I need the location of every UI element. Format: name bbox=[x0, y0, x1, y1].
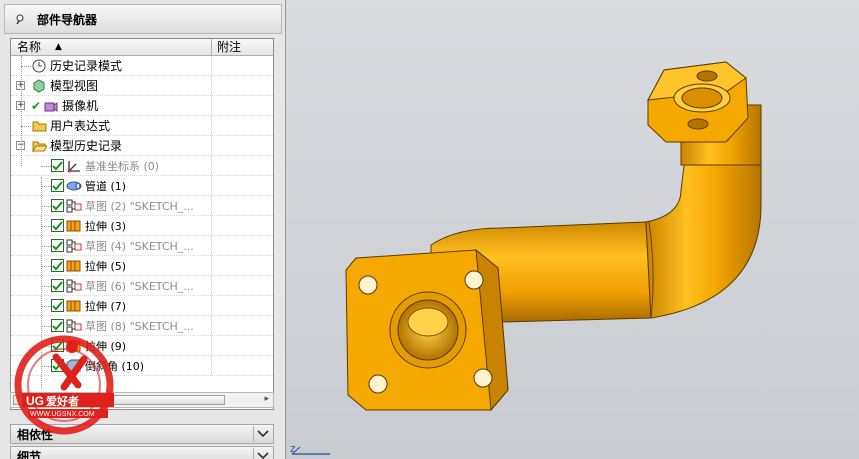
tree-row-label: 模型历史记录 bbox=[50, 139, 123, 153]
tree-row-model-history[interactable]: − 模型历史记录 bbox=[11, 136, 273, 156]
folder-open-icon bbox=[31, 138, 47, 154]
column-note[interactable]: 附注 bbox=[212, 39, 273, 55]
clock-icon bbox=[31, 58, 47, 74]
ug-watermark-logo: UG 爱好者 WWW.UGSNX.COM bbox=[6, 335, 126, 435]
tree-header: 名称 ▲ 附注 bbox=[11, 39, 273, 56]
svg-text:WWW.UGSNX.COM: WWW.UGSNX.COM bbox=[30, 411, 95, 418]
tree-row-label: 用户表达式 bbox=[50, 119, 111, 133]
sketch-icon bbox=[66, 198, 82, 214]
navigator-title: 部件导航器 bbox=[37, 12, 98, 27]
datum-csys-icon bbox=[66, 158, 82, 174]
tree-row-extrude-3[interactable]: 拉伸 (3) bbox=[11, 216, 273, 236]
sort-ascending-icon: ▲ bbox=[55, 42, 62, 52]
tree-row-label: 草图 (2) "SKETCH_... bbox=[85, 199, 194, 213]
tree-row-label: 草图 (4) "SKETCH_... bbox=[85, 239, 194, 253]
folder-icon bbox=[31, 118, 47, 134]
tree-row-sketch-4[interactable]: 草图 (4) "SKETCH_... bbox=[11, 236, 273, 256]
model-view-icon bbox=[31, 78, 47, 94]
visibility-checkbox[interactable] bbox=[51, 259, 64, 272]
tree-row-label: 管道 (1) bbox=[85, 179, 127, 193]
tree-row-extrude-7[interactable]: 拉伸 (7) bbox=[11, 296, 273, 316]
tree-row-label: 草图 (8) "SKETCH_... bbox=[85, 319, 194, 333]
tree-row-label: 拉伸 (5) bbox=[85, 259, 127, 273]
camera-icon bbox=[43, 98, 59, 114]
sketch-icon bbox=[66, 318, 82, 334]
tree-row-history-mode[interactable]: 历史记录模式 bbox=[11, 56, 273, 76]
wcs-triad-icon: Z bbox=[290, 444, 340, 459]
tree-row-label: 历史记录模式 bbox=[50, 59, 123, 73]
checkmark-icon: ✔ bbox=[31, 98, 42, 113]
tree-rows: 历史记录模式 + 模型视图 + ✔ 摄像机 用户表达式 − 模型历史记录 基准坐… bbox=[11, 56, 273, 376]
tree-row-model-views[interactable]: + 模型视图 bbox=[11, 76, 273, 96]
pin-icon[interactable] bbox=[13, 12, 27, 26]
visibility-checkbox[interactable] bbox=[51, 319, 64, 332]
visibility-checkbox[interactable] bbox=[51, 299, 64, 312]
sketch-icon bbox=[66, 238, 82, 254]
svg-text:Z: Z bbox=[290, 445, 296, 454]
extrude-icon bbox=[66, 258, 82, 274]
sketch-icon bbox=[66, 278, 82, 294]
tree-row-label: 模型视图 bbox=[50, 79, 99, 93]
svg-text:UG: UG bbox=[26, 394, 44, 408]
tree-row-label: 草图 (6) "SKETCH_... bbox=[85, 279, 194, 293]
graphics-viewport[interactable]: Z bbox=[286, 0, 859, 459]
part-navigator-panel: 部件导航器 名称 ▲ 附注 历史记录模式 + 模型视图 + ✔ 摄像机 用户表达… bbox=[0, 0, 286, 459]
visibility-checkbox[interactable] bbox=[51, 199, 64, 212]
chevron-down-icon[interactable] bbox=[253, 448, 271, 459]
visibility-checkbox[interactable] bbox=[51, 279, 64, 292]
tree-row-extrude-5[interactable]: 拉伸 (5) bbox=[11, 256, 273, 276]
extrude-icon bbox=[66, 298, 82, 314]
tree-row-sketch-6[interactable]: 草图 (6) "SKETCH_... bbox=[11, 276, 273, 296]
visibility-checkbox[interactable] bbox=[51, 179, 64, 192]
tree-row-sketch-8[interactable]: 草图 (8) "SKETCH_... bbox=[11, 316, 273, 336]
navigator-header[interactable]: 部件导航器 bbox=[4, 4, 282, 34]
tree-row-label: 拉伸 (3) bbox=[85, 219, 127, 233]
tree-row-tube[interactable]: 管道 (1) bbox=[11, 176, 273, 196]
tree-row-label: 拉伸 (7) bbox=[85, 299, 127, 313]
details-panel-header[interactable]: 细节 bbox=[10, 446, 274, 459]
extrude-icon bbox=[66, 218, 82, 234]
svg-text:爱好者: 爱好者 bbox=[46, 394, 79, 408]
pipe-model-3d[interactable] bbox=[286, 0, 859, 459]
visibility-checkbox[interactable] bbox=[51, 239, 64, 252]
tree-row-user-expressions[interactable]: 用户表达式 bbox=[11, 116, 273, 136]
scroll-right-arrow-icon[interactable]: ▸ bbox=[264, 394, 269, 404]
tree-row-label: 基准坐标系 (0) bbox=[85, 159, 160, 173]
tree-row-label: 摄像机 bbox=[62, 99, 99, 113]
tree-row-datum-csys[interactable]: 基准坐标系 (0) bbox=[11, 156, 273, 176]
tree-row-sketch-2[interactable]: 草图 (2) "SKETCH_... bbox=[11, 196, 273, 216]
column-name[interactable]: 名称 ▲ bbox=[11, 39, 212, 55]
chevron-down-icon[interactable] bbox=[253, 426, 271, 442]
visibility-checkbox[interactable] bbox=[51, 219, 64, 232]
visibility-checkbox[interactable] bbox=[51, 159, 64, 172]
tube-icon bbox=[66, 178, 82, 194]
tree-row-cameras[interactable]: + ✔ 摄像机 bbox=[11, 96, 273, 116]
